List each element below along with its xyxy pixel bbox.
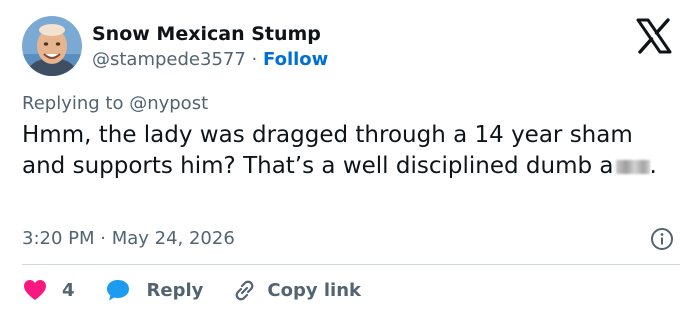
- timestamp[interactable]: 3:20 PM · May 24, 2026: [22, 227, 235, 251]
- link-icon: [236, 280, 254, 301]
- reply-button[interactable]: Reply: [105, 278, 204, 302]
- handle-separator: ·: [251, 49, 258, 70]
- x-logo-icon[interactable]: [634, 18, 674, 54]
- censor-blur: [615, 160, 650, 174]
- avatar-image: [22, 16, 82, 76]
- like-button[interactable]: 4: [22, 278, 75, 302]
- user-handle[interactable]: @stampede3577: [92, 49, 246, 70]
- reply-label: Reply: [146, 279, 204, 301]
- heart-icon: [24, 280, 46, 300]
- tweet-body: Hmm, the lady was dragged through a 14 y…: [22, 122, 633, 179]
- speech-bubble-icon: [106, 280, 129, 301]
- follow-button[interactable]: Follow: [263, 49, 328, 70]
- tweet-text: Hmm, the lady was dragged through a 14 y…: [22, 120, 682, 182]
- handle-line: @stampede3577 · Follow: [92, 48, 328, 72]
- replying-to: Replying to @nypost: [22, 93, 209, 114]
- tweet-text-end: .: [649, 153, 657, 179]
- copy-link-label: Copy link: [267, 279, 361, 301]
- action-bar: 4 Reply Copy link: [22, 277, 361, 303]
- copy-link-button[interactable]: Copy link: [231, 278, 361, 302]
- like-count: 4: [62, 279, 75, 301]
- avatar[interactable]: [22, 16, 82, 76]
- display-name[interactable]: Snow Mexican Stump: [92, 22, 321, 46]
- divider: [22, 264, 680, 265]
- info-icon[interactable]: [650, 227, 674, 251]
